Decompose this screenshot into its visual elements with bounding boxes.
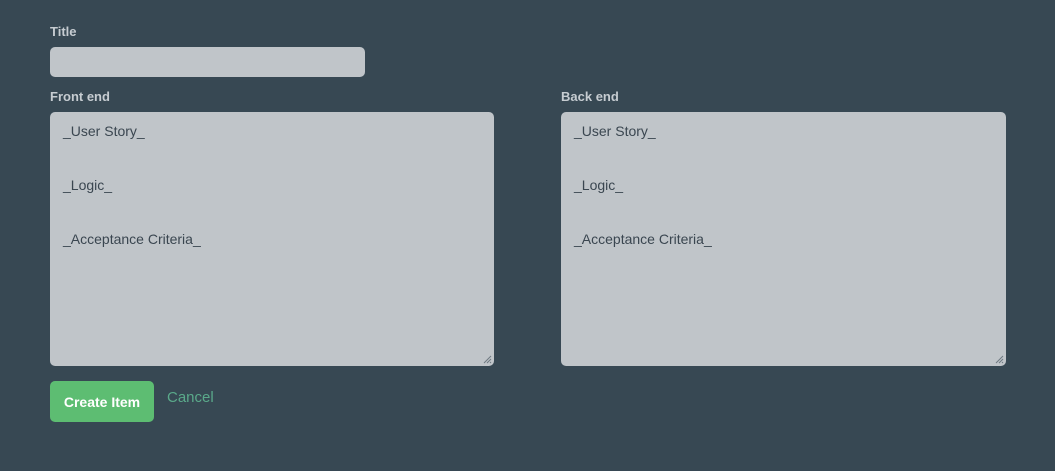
title-label: Title <box>50 24 77 39</box>
title-input[interactable] <box>50 47 365 77</box>
backend-label: Back end <box>561 89 619 104</box>
backend-textarea-container <box>561 112 1006 366</box>
create-item-button[interactable]: Create Item <box>50 381 154 422</box>
frontend-label: Front end <box>50 89 110 104</box>
resize-handle-icon[interactable] <box>483 355 492 364</box>
backend-textarea[interactable] <box>561 112 1006 366</box>
resize-handle-icon[interactable] <box>995 355 1004 364</box>
cancel-link[interactable]: Cancel <box>167 389 214 407</box>
frontend-textarea-container <box>50 112 494 366</box>
new-item-form: Title Front end Back end Create Item Can… <box>0 0 1055 471</box>
frontend-textarea[interactable] <box>50 112 494 366</box>
